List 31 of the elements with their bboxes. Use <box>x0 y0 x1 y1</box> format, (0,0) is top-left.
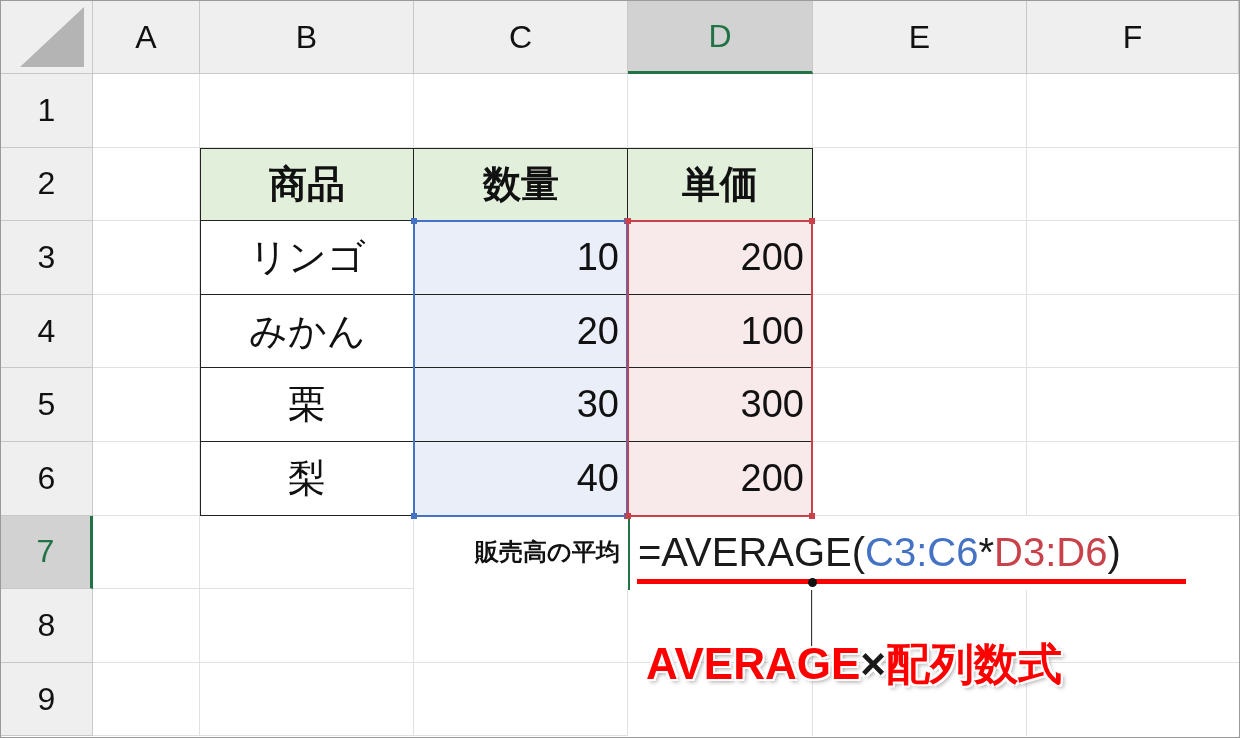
column-header[interactable]: D <box>628 1 813 74</box>
row-header[interactable]: 7 <box>1 515 93 590</box>
row-header[interactable]: 2 <box>1 147 93 222</box>
column-header[interactable]: C <box>414 1 628 74</box>
row-header[interactable]: 5 <box>1 368 93 442</box>
table-cell: 100 <box>628 294 813 369</box>
table-header-cell: 数量 <box>414 147 628 222</box>
column-header[interactable]: F <box>1027 1 1239 74</box>
row-header[interactable]: 3 <box>1 221 93 295</box>
table-cell: みかん <box>200 294 414 369</box>
row-header[interactable]: 4 <box>1 294 93 369</box>
table-cell: 20 <box>414 294 628 369</box>
table-cell: 栗 <box>200 368 414 442</box>
table-cell: 200 <box>628 221 813 295</box>
table-cell: 10 <box>414 221 628 295</box>
row-header[interactable]: 9 <box>1 662 93 737</box>
row-header[interactable]: 1 <box>1 74 93 148</box>
table-header-cell: 商品 <box>200 147 414 222</box>
table-cell: 200 <box>628 441 813 516</box>
column-header[interactable]: E <box>813 1 1027 74</box>
table-header-cell: 単価 <box>628 147 813 222</box>
annotation-text: AVERAGE×配列数式 <box>646 638 1063 691</box>
row-header[interactable]: 8 <box>1 589 93 663</box>
row-header[interactable]: 6 <box>1 441 93 516</box>
column-header[interactable]: A <box>93 1 200 74</box>
column-header[interactable]: B <box>200 1 414 74</box>
table-cell: 300 <box>628 368 813 442</box>
table-cell: 40 <box>414 441 628 516</box>
table-cell: 梨 <box>200 441 414 516</box>
table-cell: 30 <box>414 368 628 442</box>
table-cell: リンゴ <box>200 221 414 295</box>
